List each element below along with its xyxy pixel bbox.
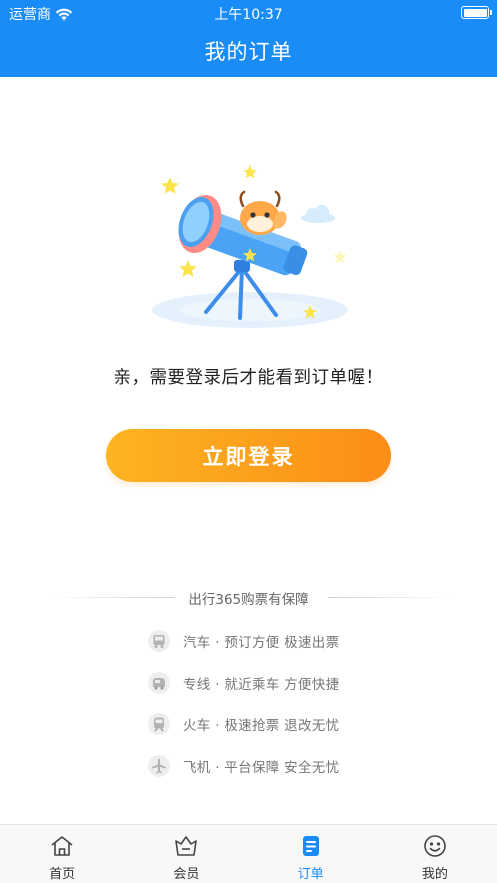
- page-title: 我的订单: [204, 40, 293, 64]
- tab-label: 会员: [173, 867, 200, 882]
- tab-label: 首页: [49, 867, 76, 882]
- status-time: 上午10:37: [214, 7, 283, 23]
- divider-right: [328, 597, 453, 598]
- guarantee-item-bus: 汽车 · 预订方便 极速出票: [148, 630, 339, 652]
- shuttle-icon: [148, 671, 170, 694]
- order-icon: [298, 833, 324, 859]
- header-bar: 运营商 上午10:37 我的订单: [0, 0, 497, 77]
- telescope-illustration: [152, 165, 348, 328]
- login-prompt-message: 亲，需要登录后才能看到订单喔！: [113, 368, 384, 388]
- profile-icon: [422, 833, 448, 859]
- home-icon: [49, 833, 75, 859]
- battery-icon: [461, 6, 492, 19]
- guarantee-item-shuttle: 专线 · 就近乘车 方便快捷: [148, 671, 340, 694]
- status-bar: 运营商 上午10:37: [0, 0, 497, 26]
- plane-icon: [148, 754, 170, 777]
- tab-profile[interactable]: 我的: [373, 825, 497, 883]
- guarantee-item-plane: 飞机 · 平台保障 安全无忧: [148, 754, 340, 777]
- guarantee-item-text: 火车 · 极速抢票 退改无忧: [183, 718, 340, 734]
- bus-icon: [148, 630, 170, 652]
- login-button[interactable]: 立即登录: [106, 429, 391, 482]
- tab-member[interactable]: 会员: [124, 825, 248, 883]
- guarantee-item-text: 飞机 · 平台保障 安全无忧: [183, 759, 340, 776]
- train-icon: [148, 713, 170, 735]
- member-icon: [173, 833, 199, 859]
- tab-home[interactable]: 首页: [0, 825, 124, 883]
- tab-label: 我的: [421, 867, 448, 882]
- guarantee-item-text: 专线 · 就近乘车 方便快捷: [183, 676, 340, 693]
- guarantee-title: 出行365购票有保障: [188, 592, 309, 608]
- bottom-tab-bar: 首页 会员 订单 我的: [0, 824, 497, 883]
- guarantee-item-train: 火车 · 极速抢票 退改无忧: [148, 713, 339, 735]
- guarantee-list: 汽车 · 预订方便 极速出票 专线 · 就近乘车 方便快捷 火车 · 极速抢票 …: [148, 630, 339, 796]
- tab-label: 订单: [297, 867, 324, 882]
- guarantee-item-text: 汽车 · 预订方便 极速出票: [183, 635, 340, 651]
- tab-order[interactable]: 订单: [249, 825, 373, 883]
